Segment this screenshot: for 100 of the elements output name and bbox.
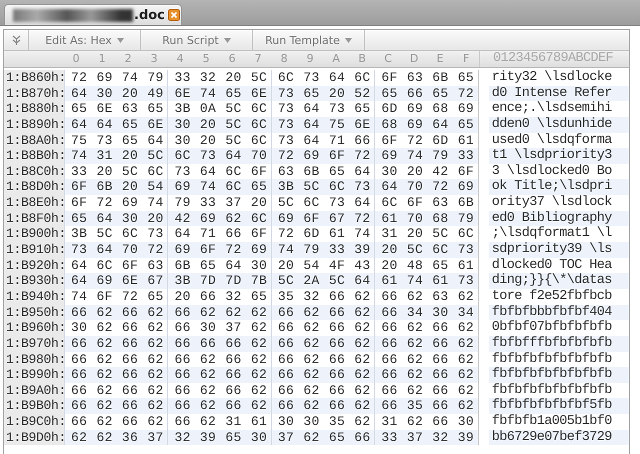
row-address: 1:B8B0h: [4, 148, 64, 164]
row-address: 1:B910h: [4, 242, 64, 258]
hex-bytes: 6E 74 65 6E [167, 86, 271, 102]
text-column-cell-text: ;\lsdqformat1 \l [490, 226, 613, 242]
row-address: 1:B900h: [4, 226, 64, 242]
text-column-cell-text: 3 \lsdlocked0 Bo [490, 164, 613, 179]
hex-bytes: 66 62 66 62 [64, 398, 168, 414]
row-address: 1:B970h: [4, 336, 64, 352]
hex-bytes: 3B 5C 6C 73 [270, 179, 374, 196]
hex-bytes: 20 5C 6C 73 [374, 242, 478, 258]
column-header: 8 [280, 51, 289, 67]
row-address: 1:B8A0h: [4, 132, 64, 148]
hex-bytes: 65 66 65 72 [374, 86, 478, 102]
collapse-icon[interactable] [12, 35, 20, 45]
hex-bytes: 65 64 30 20 [64, 210, 168, 226]
text-column-cell: ding;}}{\*\datas [488, 273, 629, 289]
caret-icon [224, 38, 231, 42]
column-header: 2 [124, 51, 133, 67]
column-header: 0 [72, 51, 81, 67]
hex-bytes: 64 70 72 69 [374, 179, 478, 196]
row-address: 1:B890h: [4, 116, 64, 133]
hex-bytes: 66 62 66 62 [64, 367, 168, 383]
text-column-cell-text: fbfbfbfbfbfbfbfb [490, 352, 613, 367]
text-column-cell-text: ority37 \lsdlock [490, 195, 613, 211]
row-address: 1:B920h: [4, 258, 64, 274]
text-column-cell: fbfbfbbbfbfbf404 [488, 304, 629, 320]
text-column-cell-text: tore f2e52fbfbcb [490, 288, 613, 305]
hex-bytes: 64 30 20 49 [64, 86, 168, 102]
column-header: 5 [202, 51, 211, 67]
toolbar-dropdown[interactable]: Edit As: Hex [29, 30, 141, 50]
text-column-header: 0123456789ABCDEF [492, 51, 614, 67]
hex-bytes: 72 69 6F 72 [270, 148, 374, 164]
hex-bytes: 69 6F 72 69 [167, 242, 271, 258]
column-header: 7 [254, 51, 263, 67]
hex-bytes: 66 62 66 62 [64, 304, 168, 320]
text-column-cell: sdpriority39 \ls [488, 242, 629, 258]
hex-bytes: 66 62 66 62 [167, 398, 271, 414]
text-column-cell: ok Title;\lsdpri [488, 179, 629, 196]
column-header: 1 [98, 51, 107, 67]
row-address: 1:B930h: [4, 273, 64, 289]
row-address: 1:B9D0h: [4, 430, 64, 446]
row-address: 1:B990h: [4, 367, 64, 383]
text-column-cell-text: fbfbfbfbfbfbfbfb [490, 382, 613, 398]
row-address: 1:B870h: [4, 86, 64, 102]
hex-bytes: 33 37 32 39 [374, 430, 478, 446]
row-address: 1:B960h: [4, 320, 64, 336]
text-column-cell-text: 0bfbf07bfbfbfbfb [490, 320, 613, 336]
text-column-cell: bb6729e07bef3729 [488, 430, 629, 446]
hex-bytes: 73 64 70 72 [64, 242, 168, 258]
hex-bytes: 66 62 66 62 [374, 367, 478, 383]
hex-bytes: 42 69 62 6C [167, 210, 271, 226]
caret-icon [116, 38, 124, 42]
hex-bytes: 62 62 36 37 [64, 430, 168, 446]
hex-bytes: 66 62 66 62 [167, 367, 271, 383]
row-address: 1:B9C0h: [4, 414, 64, 430]
toolbar-dropdown[interactable]: Run Template [253, 30, 365, 50]
hex-bytes: 69 74 6C 65 [167, 179, 271, 196]
column-header: 3 [150, 51, 159, 67]
hex-bytes: 66 62 66 62 [270, 304, 374, 320]
hex-bytes: 66 62 66 62 [270, 367, 374, 383]
hex-bytes: 66 62 66 62 [64, 336, 168, 352]
hex-bytes: 73 64 75 6E [270, 116, 374, 133]
text-column-cell: dden0 \lsdunhide [488, 116, 629, 133]
hex-bytes: 66 66 66 62 [167, 336, 271, 352]
hex-bytes: 74 79 33 39 [270, 242, 374, 258]
tab-title: .doc [134, 8, 165, 22]
text-column-cell: ed0 Bibliography [488, 210, 629, 226]
hex-bytes: 61 74 61 73 [374, 273, 478, 289]
hex-bytes: 68 69 64 65 [374, 116, 478, 133]
hex-bytes: 66 35 66 62 [374, 398, 478, 414]
column-header: B [357, 51, 367, 67]
hex-bytes: 66 34 30 34 [374, 304, 478, 320]
column-header: 6 [228, 51, 237, 67]
hex-bytes: 30 20 5C 6C [167, 116, 271, 133]
hex-bytes: 74 31 20 5C [64, 148, 168, 164]
column-header: C [383, 51, 393, 67]
column-header: E [436, 51, 445, 67]
text-column-cell-text: ence;.\lsdsemihi [490, 101, 613, 117]
close-icon[interactable] [168, 9, 180, 21]
column-header: 9 [306, 51, 315, 67]
text-column-cell-text: fbfbfb1a005b1bf0 [490, 414, 613, 430]
row-address: 1:B940h: [4, 288, 64, 305]
toolbar-dropdown[interactable]: Run Script [141, 30, 253, 50]
row-address: 1:B8E0h: [4, 195, 64, 211]
column-header: D [408, 51, 420, 67]
hex-bytes: 64 69 6E 67 [64, 273, 168, 289]
hex-bytes: 32 39 65 30 [167, 430, 271, 446]
column-header: 4 [176, 51, 185, 67]
caret-icon [344, 38, 352, 42]
row-address: 1:B9A0h: [4, 382, 64, 398]
text-column-cell: d0 Intense Refer [488, 86, 629, 102]
column-header: A [331, 51, 341, 67]
hex-bytes: 69 6F 67 72 [270, 210, 374, 226]
file-tab[interactable]: .doc [4, 4, 182, 25]
row-address: 1:B9B0h: [4, 398, 64, 414]
hex-bytes: 6C 73 64 70 [167, 148, 271, 164]
text-column-cell: fbfbfffbfbfbfbfb [488, 336, 629, 352]
text-column-cell: fbfbfbfbfbfbf5fb [488, 398, 629, 414]
row-address: 1:B8F0h: [4, 210, 64, 226]
hex-bytes: 37 62 65 66 [270, 430, 374, 446]
